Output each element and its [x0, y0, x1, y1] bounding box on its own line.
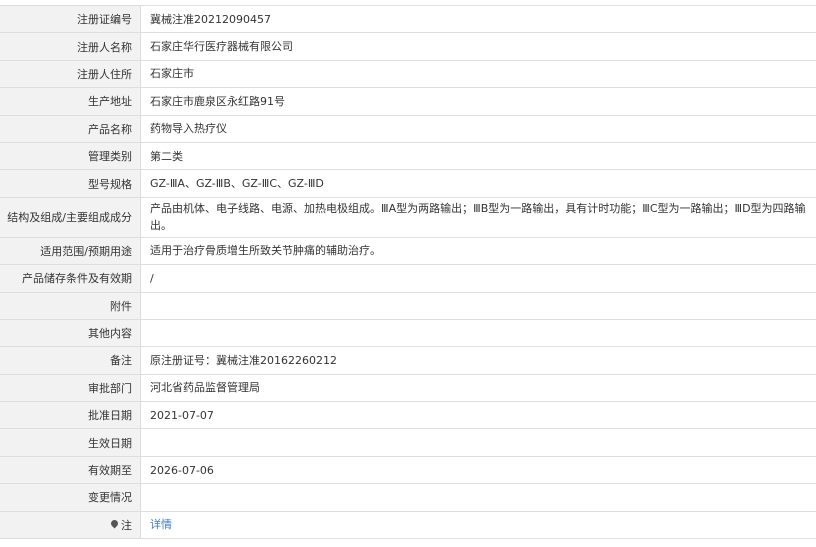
details-link[interactable]: 详情 [150, 516, 172, 533]
row-value [141, 484, 816, 510]
row-label: 结构及组成/主要组成成分 [0, 197, 141, 237]
row-label: 变更情况 [0, 484, 141, 511]
registration-detail-table: 注册证编号 冀械注准20212090457 注册人名称 石家庄华行医疗器械有限公… [0, 5, 816, 540]
row-value: 石家庄市 [150, 67, 194, 81]
row-value: 石家庄市鹿泉区永红路91号 [150, 94, 285, 108]
row-label: 产品储存条件及有效期 [0, 265, 141, 292]
row-label: 附件 [0, 292, 141, 319]
row-storage-validity: 产品储存条件及有效期 / [0, 265, 816, 293]
row-value: / [150, 271, 154, 285]
row-value: 适用于治疗骨质增生所致关节肿痛的辅助治疗。 [150, 244, 381, 258]
row-label: 产品名称 [0, 115, 141, 142]
row-other-content: 其他内容 [0, 319, 816, 348]
note-label: 注 [121, 518, 132, 532]
row-effective-date: 生效日期 [0, 429, 816, 457]
pin-icon [109, 518, 120, 529]
row-approval-date: 批准日期 2021-07-07 [0, 402, 816, 430]
row-management-category: 管理类别 第二类 [0, 142, 816, 171]
row-label: 其他内容 [0, 319, 141, 347]
row-value: 详情 [141, 512, 816, 538]
row-label: 生效日期 [0, 429, 141, 456]
row-registrant-name: 注册人名称 石家庄华行医疗器械有限公司 [0, 33, 816, 61]
row-value [141, 293, 816, 319]
row-production-address: 生产地址 石家庄市鹿泉区永红路91号 [0, 88, 816, 116]
row-label: 适用范围/预期用途 [0, 237, 141, 265]
row-attachment: 附件 [0, 292, 816, 320]
row-label: 型号规格 [0, 170, 141, 197]
row-registration-number: 注册证编号 冀械注准20212090457 [0, 6, 816, 34]
row-note: 注 详情 [0, 511, 816, 540]
row-expiry-date: 有效期至 2026-07-06 [0, 456, 816, 485]
row-label: 生产地址 [0, 88, 141, 115]
row-structure-composition: 结构及组成/主要组成成分 产品由机体、电子线路、电源、加热电极组成。ⅢA型为两路… [0, 197, 816, 238]
row-registrant-address: 注册人住所 石家庄市 [0, 60, 816, 89]
row-label: 注 [0, 511, 141, 539]
row-value: 原注册证号：冀械注准20162260212 [150, 353, 337, 367]
row-remarks: 备注 原注册证号：冀械注准20162260212 [0, 347, 816, 375]
row-value [141, 320, 816, 346]
row-approval-department: 审批部门 河北省药品监督管理局 [0, 374, 816, 403]
row-label: 有效期至 [0, 456, 141, 484]
row-value: GZ-ⅢA、GZ-ⅢB、GZ-ⅢC、GZ-ⅢD [150, 177, 324, 191]
row-change-status: 变更情况 [0, 484, 816, 512]
row-value: 产品由机体、电子线路、电源、加热电极组成。ⅢA型为两路输出；ⅢB型为一路输出，具… [150, 202, 806, 233]
row-label: 注册人住所 [0, 60, 141, 88]
row-intended-use: 适用范围/预期用途 适用于治疗骨质增生所致关节肿痛的辅助治疗。 [0, 237, 816, 266]
row-label: 注册证编号 [0, 6, 141, 33]
row-value [141, 429, 816, 455]
row-model-spec: 型号规格 GZ-ⅢA、GZ-ⅢB、GZ-ⅢC、GZ-ⅢD [0, 170, 816, 198]
row-value: 石家庄华行医疗器械有限公司 [150, 40, 293, 54]
row-value: 药物导入热疗仪 [150, 122, 227, 136]
row-value: 2021-07-07 [150, 408, 214, 422]
row-label: 审批部门 [0, 374, 141, 402]
row-value: 第二类 [150, 149, 183, 163]
row-label: 批准日期 [0, 402, 141, 429]
row-label: 管理类别 [0, 142, 141, 170]
row-label: 备注 [0, 347, 141, 374]
row-value: 河北省药品监督管理局 [150, 381, 260, 395]
row-label: 注册人名称 [0, 33, 141, 60]
row-product-name: 产品名称 药物导入热疗仪 [0, 115, 816, 143]
row-value: 2026-07-06 [150, 463, 214, 477]
row-value: 冀械注准20212090457 [150, 12, 271, 26]
